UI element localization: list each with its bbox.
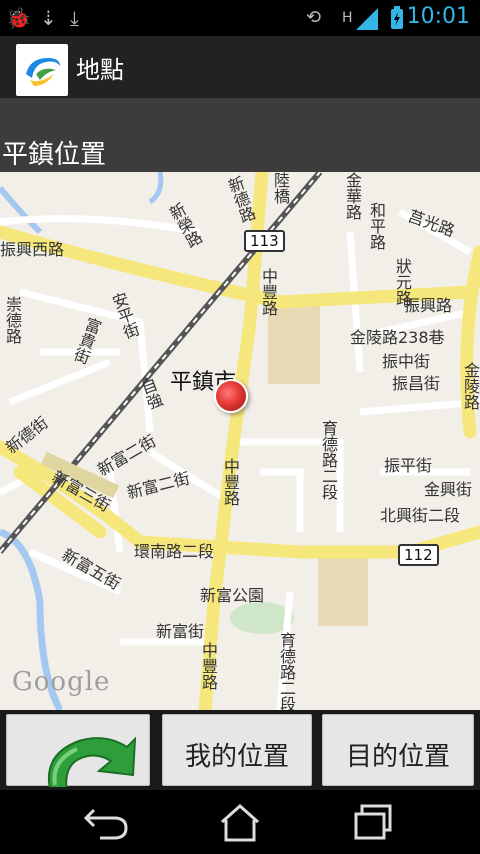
map-label-hoping-rd: 和平路 <box>367 202 386 250</box>
map-label-luqiao: 陸橋 <box>271 172 290 204</box>
download-icon: ⤓ <box>70 6 79 30</box>
map-label-zhenzhong-st: 振中街 <box>382 352 431 371</box>
map-label-beixing-st-2: 北興街二段 <box>380 506 461 525</box>
map-label-jinling-238: 金陵路238巷 <box>350 328 445 347</box>
location-header: 平鎮位置 <box>0 128 480 172</box>
network-type: H <box>342 10 353 26</box>
my-location-label: 我的位置 <box>184 742 289 772</box>
green-back-arrow-icon <box>47 736 137 794</box>
clock: 10:01 <box>406 4 470 29</box>
my-location-button[interactable]: 我的位置 <box>162 714 312 786</box>
map-label-zhongfeng-rd-mid: 中豐路 <box>221 458 240 506</box>
system-nav-bar <box>0 790 480 854</box>
page-title: 地點 <box>76 56 124 84</box>
battery-icon <box>391 6 403 29</box>
map-park-label: 新富公園 <box>200 586 265 605</box>
map-label-huannan-rd-2: 環南路二段 <box>134 542 215 561</box>
map-label-zhenxing-west-rd: 振興西路 <box>0 240 65 259</box>
back-icon[interactable] <box>76 800 136 844</box>
route-shield-113: 113 <box>244 230 285 252</box>
map-label-jinxing-st: 金興街 <box>424 480 473 499</box>
back-arrow-button[interactable] <box>6 714 150 794</box>
map-label-yude-rd-2-south: 育德路二段 <box>277 632 296 710</box>
map-label-zhuangyuan-rd: 狀元路 <box>393 258 412 306</box>
map-label-zhongfeng-rd-south: 中豐路 <box>199 642 218 690</box>
map-roads <box>0 172 480 710</box>
app-logo-icon[interactable] <box>16 44 68 96</box>
button-bar: 我的位置 目的位置 <box>0 710 480 794</box>
action-bar: 地點 <box>0 36 480 100</box>
map-label-xinfu-st: 新富街 <box>156 622 205 641</box>
map-label-zhenchang-st: 振昌街 <box>392 374 441 393</box>
google-attribution: Google <box>12 667 111 697</box>
usb-icon: ⇣ <box>40 6 57 30</box>
map-view[interactable]: 振興西路 振興路 新德路 陸橋 金華路 和平路 莒光路 狀元路 金陵路238巷 … <box>0 172 480 710</box>
map-label-zhongfeng-rd-north: 中豐路 <box>259 268 278 316</box>
destination-button[interactable]: 目的位置 <box>322 714 474 786</box>
map-label-jinling-rd: 金陵路 <box>461 362 480 410</box>
rotate-icon: ⟲ <box>306 7 322 28</box>
home-icon[interactable] <box>210 800 270 844</box>
map-label-chongde-rd: 崇德路 <box>3 296 22 344</box>
header-spacer <box>0 98 480 128</box>
location-pin-icon[interactable] <box>214 379 248 413</box>
status-bar: 🐞 ⇣ ⤓ ⟲ H 10:01 <box>0 0 480 36</box>
location-title: 平鎮位置 <box>2 140 107 170</box>
map-label-yude-rd-2: 育德路二段 <box>319 420 338 500</box>
map-label-jinhua-rd: 金華路 <box>343 172 362 220</box>
recent-apps-icon[interactable] <box>344 800 404 844</box>
route-shield-112: 112 <box>398 544 439 566</box>
destination-label: 目的位置 <box>345 742 450 772</box>
signal-icon <box>356 8 378 30</box>
map-label-zhenping-st: 振平街 <box>384 456 433 475</box>
android-debug-icon: 🐞 <box>6 6 31 30</box>
